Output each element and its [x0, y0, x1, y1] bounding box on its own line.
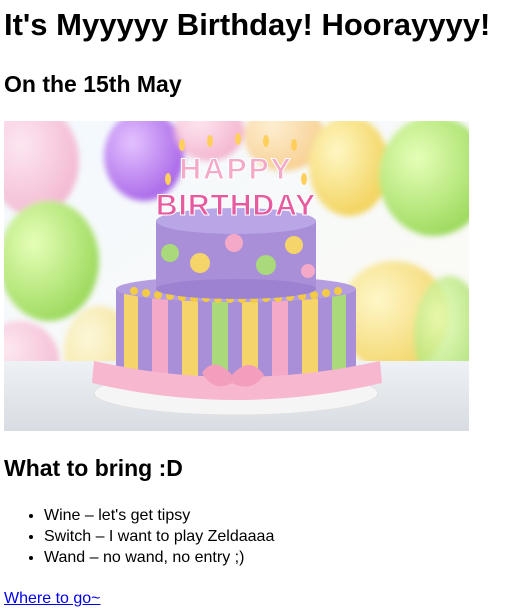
bring-list: Wine – let's get tipsy Switch – I want t… [4, 505, 274, 568]
where-to-go-link[interactable]: Where to go~ [4, 588, 101, 609]
candle-topper-birthday: BIRTHDAY [155, 189, 316, 223]
date-heading: On the 15th May [4, 71, 182, 97]
list-item: Switch – I want to play Zeldaaaa [44, 526, 274, 547]
page-title: It's Myyyyy Birthday! Hoorayyyy! [4, 7, 491, 42]
candle-topper-happy: HAPPY [179, 153, 292, 187]
birthday-cake-image: HAPPY BIRTHDAY [4, 121, 469, 431]
cake-topper-happy: HAPPY [179, 153, 292, 186]
cake-topper-birthday: BIRTHDAY [156, 189, 316, 222]
birthday-page: It's Myyyyy Birthday! Hoorayyyy! On the … [0, 0, 526, 616]
list-item: Wand – no wand, no entry ;) [44, 547, 274, 568]
what-to-bring-heading: What to bring :D [4, 455, 183, 481]
list-item: Wine – let's get tipsy [44, 505, 274, 526]
